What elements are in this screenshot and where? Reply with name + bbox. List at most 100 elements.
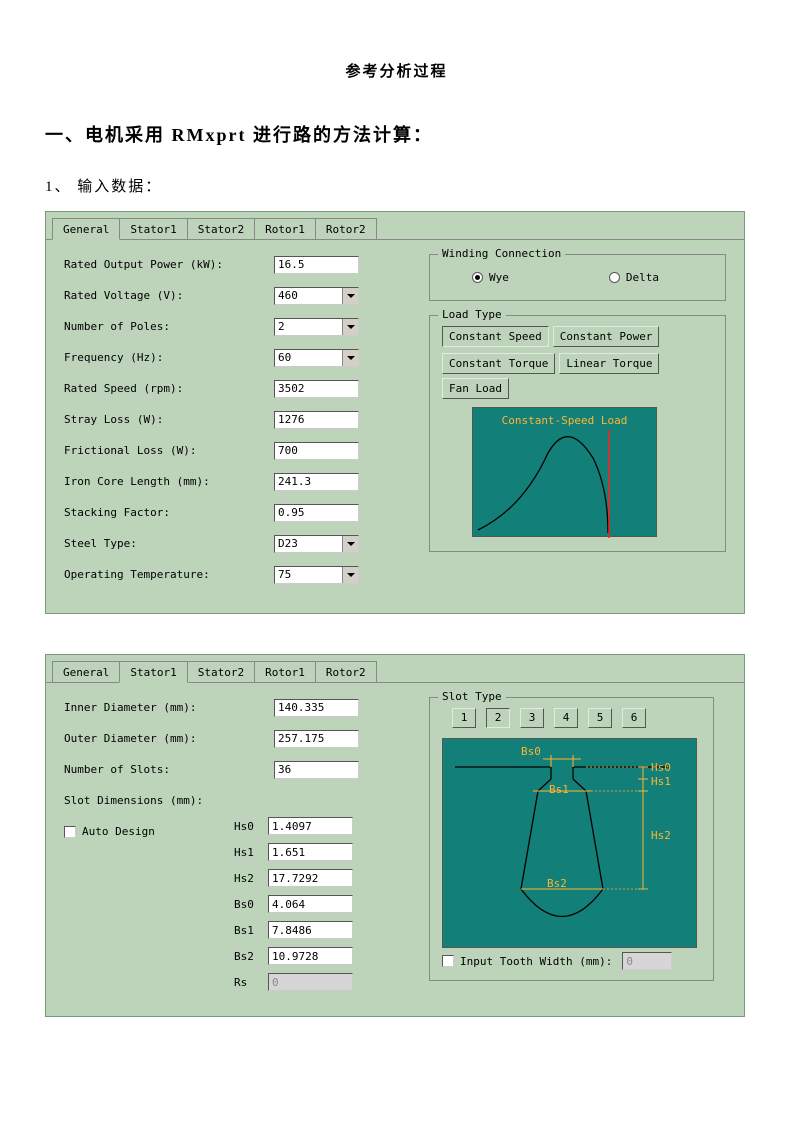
input-iron-core-length[interactable]	[274, 473, 359, 491]
slot-btn-6[interactable]: 6	[622, 708, 646, 728]
tab-stator1[interactable]: Stator1	[119, 218, 187, 239]
tab-rotor2-2[interactable]: Rotor2	[315, 661, 377, 682]
tab-rotor1[interactable]: Rotor1	[254, 218, 316, 239]
legend-slot-type: Slot Type	[438, 690, 506, 703]
combo-frequency[interactable]: 60	[274, 349, 359, 367]
chevron-down-icon[interactable]	[342, 350, 358, 366]
label-bs0: Bs0	[234, 898, 268, 911]
label-frictional-loss: Frictional Loss (W):	[64, 444, 274, 457]
label-inner-diameter: Inner Diameter (mm):	[64, 701, 274, 714]
btn-fan-load[interactable]: Fan Load	[442, 378, 509, 399]
radio-delta-label: Delta	[626, 271, 659, 284]
label-hs1: Hs1	[234, 846, 268, 859]
label-rated-speed: Rated Speed (rpm):	[64, 382, 274, 395]
checkbox-input-tooth-width[interactable]: Input Tooth Width (mm):	[442, 955, 612, 968]
checkbox-auto-design[interactable]: Auto Design	[64, 825, 155, 838]
input-rated-output-power[interactable]	[274, 256, 359, 274]
radio-delta[interactable]: Delta	[609, 271, 659, 284]
checkbox-auto-design-label: Auto Design	[82, 825, 155, 838]
radio-icon	[472, 272, 483, 283]
input-rated-speed[interactable]	[274, 380, 359, 398]
input-rs	[268, 973, 353, 991]
slot-btn-2[interactable]: 2	[486, 708, 510, 728]
label-stacking-factor: Stacking Factor:	[64, 506, 274, 519]
slot-btn-1[interactable]: 1	[452, 708, 476, 728]
label-bs1: Bs1	[234, 924, 268, 937]
load-graph: Constant-Speed Load	[472, 407, 657, 537]
combo-operating-temp[interactable]: 75	[274, 566, 359, 584]
slot-graph-bs1: Bs1	[549, 783, 569, 796]
stator1-panel: General Stator1 Stator2 Rotor1 Rotor2 In…	[45, 654, 745, 1017]
radio-icon	[609, 272, 620, 283]
btn-constant-torque[interactable]: Constant Torque	[442, 353, 555, 374]
label-bs2: Bs2	[234, 950, 268, 963]
slot-btn-3[interactable]: 3	[520, 708, 544, 728]
tab-stator1-2[interactable]: Stator1	[119, 661, 187, 683]
input-bs1[interactable]	[268, 921, 353, 939]
btn-linear-torque[interactable]: Linear Torque	[559, 353, 659, 374]
slot-btn-5[interactable]: 5	[588, 708, 612, 728]
chevron-down-icon[interactable]	[342, 536, 358, 552]
label-steel-type: Steel Type:	[64, 537, 274, 550]
tab-strip-1: General Stator1 Stator2 Rotor1 Rotor2	[46, 212, 744, 239]
label-rated-output-power: Rated Output Power (kW):	[64, 258, 274, 271]
btn-constant-power[interactable]: Constant Power	[553, 326, 660, 347]
input-outer-diameter[interactable]	[274, 730, 359, 748]
checkbox-icon	[64, 826, 76, 838]
chevron-down-icon[interactable]	[342, 288, 358, 304]
input-frictional-loss[interactable]	[274, 442, 359, 460]
input-bs2[interactable]	[268, 947, 353, 965]
combo-frequency-value: 60	[275, 350, 342, 366]
input-hs2[interactable]	[268, 869, 353, 887]
combo-steel-type-value: D23	[275, 536, 342, 552]
sub-heading-1: 1、 输入数据：	[45, 175, 748, 196]
radio-wye[interactable]: Wye	[472, 271, 509, 284]
slot-graph-hs0: Hs0	[651, 761, 671, 774]
load-graph-title: Constant-Speed Load	[473, 414, 656, 427]
label-num-poles: Number of Poles:	[64, 320, 274, 333]
btn-constant-speed[interactable]: Constant Speed	[442, 326, 549, 347]
label-operating-temperature: Operating Temperature:	[64, 568, 274, 581]
legend-winding-connection: Winding Connection	[438, 247, 565, 260]
section-heading: 一、电机采用 RMxprt 进行路的方法计算：	[45, 121, 748, 147]
combo-num-poles-value: 2	[275, 319, 342, 335]
tab-general[interactable]: General	[52, 218, 120, 240]
label-iron-core-length: Iron Core Length (mm):	[64, 475, 274, 488]
input-tooth-width	[622, 952, 672, 970]
label-rated-voltage: Rated Voltage (V):	[64, 289, 274, 302]
label-stray-loss: Stray Loss (W):	[64, 413, 274, 426]
combo-steel-type[interactable]: D23	[274, 535, 359, 553]
tab-stator2[interactable]: Stator2	[187, 218, 255, 239]
slot-graph-hs1: Hs1	[651, 775, 671, 788]
input-hs1[interactable]	[268, 843, 353, 861]
chevron-down-icon[interactable]	[342, 319, 358, 335]
legend-load-type: Load Type	[438, 308, 506, 321]
chevron-down-icon[interactable]	[342, 567, 358, 583]
input-bs0[interactable]	[268, 895, 353, 913]
tab-general-2[interactable]: General	[52, 661, 120, 682]
label-hs0: Hs0	[234, 820, 268, 833]
checkbox-icon	[442, 955, 454, 967]
label-outer-diameter: Outer Diameter (mm):	[64, 732, 274, 745]
input-inner-diameter[interactable]	[274, 699, 359, 717]
combo-operating-temp-value: 75	[275, 567, 342, 583]
label-frequency: Frequency (Hz):	[64, 351, 274, 364]
tab-stator2-2[interactable]: Stator2	[187, 661, 255, 682]
combo-num-poles[interactable]: 2	[274, 318, 359, 336]
slot-graph-hs2: Hs2	[651, 829, 671, 842]
general-panel: General Stator1 Stator2 Rotor1 Rotor2 Ra…	[45, 211, 745, 614]
tab-rotor2[interactable]: Rotor2	[315, 218, 377, 239]
combo-rated-voltage[interactable]: 460	[274, 287, 359, 305]
tab-strip-2: General Stator1 Stator2 Rotor1 Rotor2	[46, 655, 744, 682]
slot-type-group: Slot Type 1 2 3 4 5 6	[429, 697, 714, 981]
slot-graph-bs0: Bs0	[521, 745, 541, 758]
input-hs0[interactable]	[268, 817, 353, 835]
slot-graph-bs2: Bs2	[547, 877, 567, 890]
slot-btn-4[interactable]: 4	[554, 708, 578, 728]
label-num-slots: Number of Slots:	[64, 763, 274, 776]
input-num-slots[interactable]	[274, 761, 359, 779]
input-stray-loss[interactable]	[274, 411, 359, 429]
label-rs: Rs	[234, 976, 268, 989]
input-stacking-factor[interactable]	[274, 504, 359, 522]
tab-rotor1-2[interactable]: Rotor1	[254, 661, 316, 682]
